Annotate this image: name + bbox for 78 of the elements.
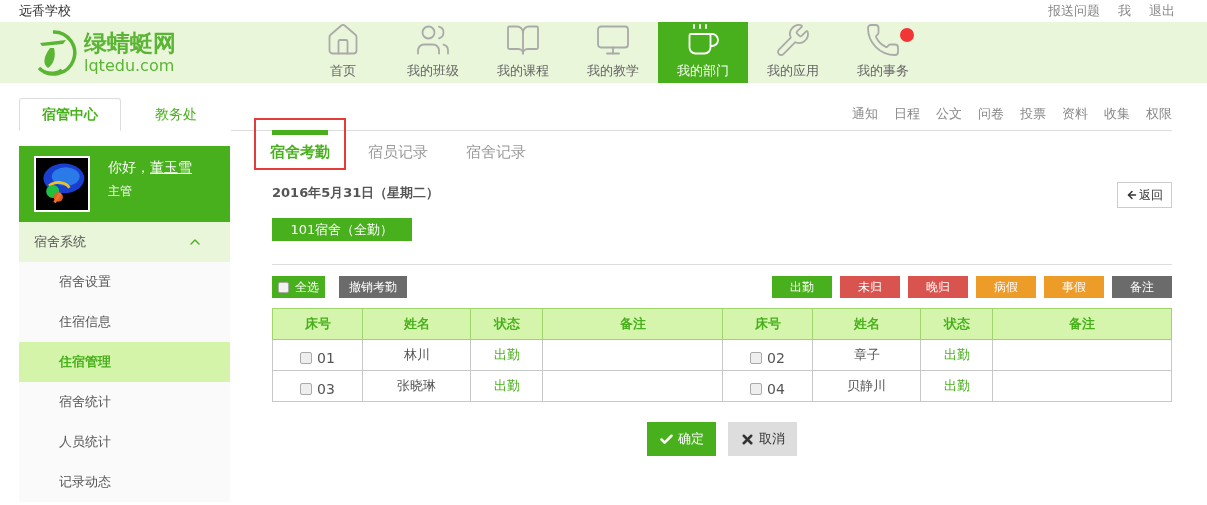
greeting-text: 你好， <box>108 158 150 177</box>
checkbox[interactable] <box>750 351 763 364</box>
sidebar-item[interactable]: 宿舍统计 <box>19 382 230 422</box>
user-role: 主管 <box>108 182 133 200</box>
school-name: 远香学校 <box>19 2 71 20</box>
select-all-checkbox[interactable]: 全选 <box>272 276 325 298</box>
logo-domain: lqtedu.com <box>84 57 176 74</box>
section-link[interactable]: 资料 <box>1062 105 1088 123</box>
column-header: 备注 <box>542 308 723 340</box>
bed-number: 04 <box>767 380 785 397</box>
wrench-icon <box>775 22 811 58</box>
bed-number: 02 <box>767 349 785 366</box>
section-tab[interactable]: 宿管中心 <box>19 98 121 131</box>
dorm-button[interactable]: 101宿舍（全勤） <box>272 218 412 241</box>
nav-item[interactable]: 我的部门 <box>658 22 748 83</box>
sidebar-item[interactable]: 记录动态 <box>19 462 230 502</box>
column-header: 状态 <box>920 308 993 340</box>
nav-item[interactable]: 我的班级 <box>388 22 478 83</box>
section-link[interactable]: 问卷 <box>978 105 1004 123</box>
cancel-button[interactable]: 取消 <box>728 422 797 456</box>
status-button[interactable]: 晚归 <box>908 276 968 298</box>
section-link[interactable]: 通知 <box>852 105 878 123</box>
top-link[interactable]: 退出 <box>1149 2 1175 20</box>
nav-item[interactable]: 我的应用 <box>748 22 838 83</box>
sub-tab[interactable]: 宿舍记录 <box>450 118 542 170</box>
checkbox[interactable] <box>300 351 313 364</box>
sidebar-item[interactable]: 人员统计 <box>19 422 230 462</box>
back-button[interactable]: 返回 <box>1117 182 1172 208</box>
section-link[interactable]: 日程 <box>894 105 920 123</box>
status-button[interactable]: 未归 <box>840 276 900 298</box>
nav-item[interactable]: 首页 <box>298 22 388 83</box>
table-cell: 贝静川 <box>812 370 921 402</box>
logo-name: 绿蜻蜓网 <box>84 31 176 55</box>
column-header: 床号 <box>722 308 813 340</box>
table-cell: 出勤 <box>920 339 993 371</box>
section-link[interactable]: 收集 <box>1104 105 1130 123</box>
table-cell: 出勤 <box>470 339 543 371</box>
status-button[interactable]: 出勤 <box>772 276 832 298</box>
column-header: 备注 <box>992 308 1172 340</box>
revoke-button[interactable]: 撤销考勤 <box>339 276 407 298</box>
status-button[interactable]: 事假 <box>1044 276 1104 298</box>
table-cell: 张晓琳 <box>362 370 471 402</box>
top-link[interactable]: 我 <box>1118 2 1131 20</box>
close-icon <box>740 431 755 447</box>
top-link[interactable]: 报送问题 <box>1048 2 1100 20</box>
nav-item[interactable]: 我的事务 <box>838 22 928 83</box>
phone-icon <box>865 22 901 58</box>
column-header: 状态 <box>470 308 543 340</box>
sidebar-item[interactable]: 住宿信息 <box>19 302 230 342</box>
status-button[interactable]: 备注 <box>1112 276 1172 298</box>
section-link[interactable]: 权限 <box>1146 105 1172 123</box>
sidebar-group-header[interactable]: 宿舍系统 <box>19 222 230 262</box>
sidebar-item[interactable]: 住宿管理 <box>19 342 230 382</box>
sub-tab[interactable]: 宿员记录 <box>352 118 444 170</box>
checkbox[interactable] <box>278 281 289 293</box>
section-link[interactable]: 投票 <box>1020 105 1046 123</box>
checkbox[interactable] <box>750 382 763 395</box>
table-cell: 出勤 <box>920 370 993 402</box>
nav-item[interactable]: 我的课程 <box>478 22 568 83</box>
status-button[interactable]: 病假 <box>976 276 1036 298</box>
column-header: 姓名 <box>362 308 471 340</box>
column-header: 床号 <box>272 308 363 340</box>
sidebar-item[interactable]: 宿舍设置 <box>19 262 230 302</box>
table-cell: 出勤 <box>470 370 543 402</box>
table-cell: 章子 <box>812 339 921 371</box>
check-icon <box>659 431 674 447</box>
date-text: 2016年5月31日（星期二） <box>272 184 440 202</box>
bed-number: 01 <box>317 349 335 366</box>
section-link[interactable]: 公文 <box>936 105 962 123</box>
checkbox[interactable] <box>300 382 313 395</box>
column-header: 姓名 <box>812 308 921 340</box>
arrow-left-icon <box>1126 189 1138 201</box>
nav-item[interactable]: 我的教学 <box>568 22 658 83</box>
confirm-button[interactable]: 确定 <box>647 422 716 456</box>
user-name-link[interactable]: 董玉雪 <box>150 158 192 177</box>
sub-tab[interactable]: 宿舍考勤 <box>254 118 346 170</box>
table-cell: 林川 <box>362 339 471 371</box>
bed-number: 03 <box>317 380 335 397</box>
